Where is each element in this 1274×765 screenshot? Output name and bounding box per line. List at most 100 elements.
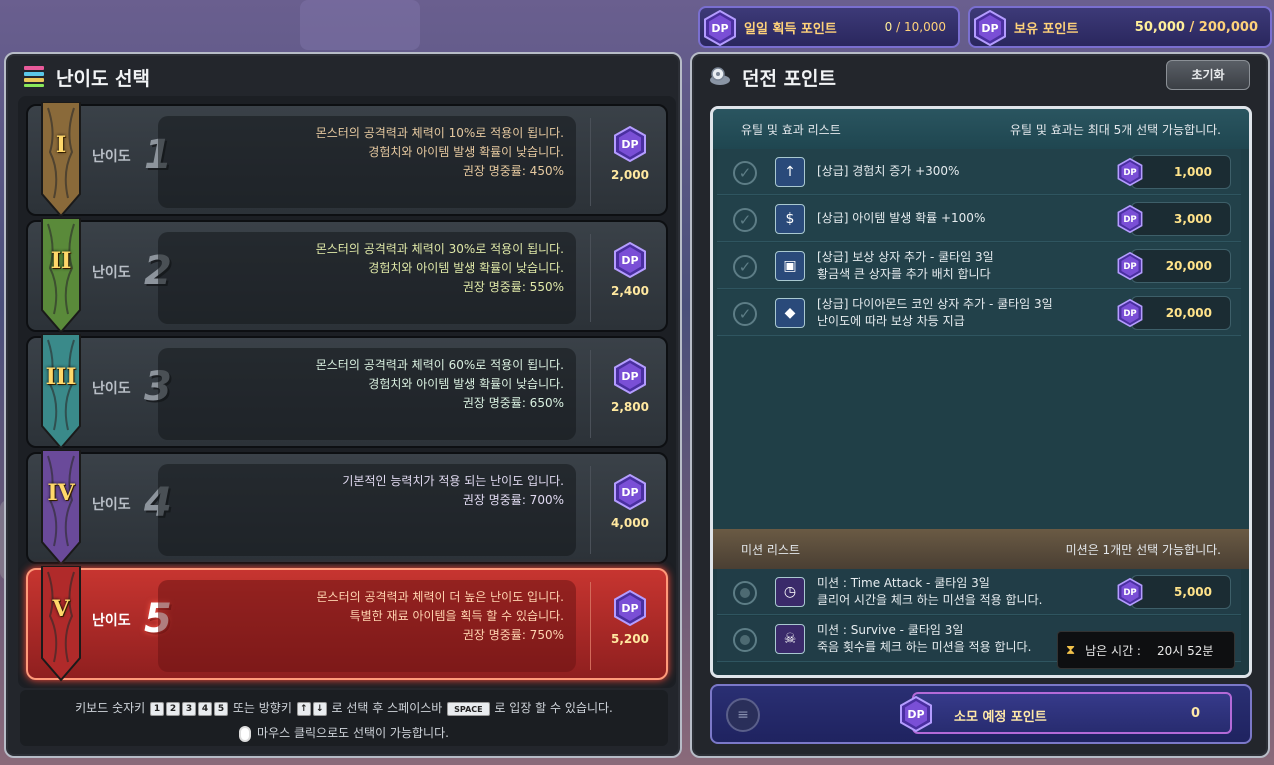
- dungeon-points-panel: 던전 포인트 초기화 유틸 및 효과 리스트 유틸 및 효과는 최대 5개 선택…: [690, 52, 1270, 758]
- radio-button[interactable]: [733, 628, 757, 652]
- checkbox[interactable]: ✓: [733, 161, 757, 185]
- item-line: 황금색 큰 상자를 추가 배치 합니다: [817, 267, 991, 281]
- price-value: 5,000: [1174, 585, 1212, 599]
- difficulty-description: 몬스터의 공격력과 체력이 더 높은 난이도 입니다. 특별한 재료 아이템을 획…: [158, 580, 576, 672]
- mission-header-note: 미션은 1개만 선택 가능합니다.: [1065, 542, 1221, 557]
- util-row[interactable]: ✓ $ [상급] 아이템 발생 확률 +100% DP 3,000: [717, 196, 1241, 242]
- time-attack-icon: ◷: [775, 577, 805, 607]
- difficulty-banner-icon: V: [36, 565, 86, 682]
- dp-coin-icon: DP: [612, 358, 648, 394]
- menu-list-icon: [22, 64, 46, 88]
- checkbox[interactable]: ✓: [733, 302, 757, 326]
- dp-coin-icon: DP: [612, 242, 648, 278]
- description-line: 경험치와 아이템 발생 확률이 낮습니다.: [368, 377, 564, 391]
- mission-row[interactable]: ◷ 미션 : Time Attack - 쿨타임 3일 클리어 시간을 체크 하는 …: [717, 569, 1241, 615]
- dp-coin-icon: DP: [702, 10, 738, 46]
- mission-header-title: 미션 리스트: [741, 542, 801, 557]
- difficulty-row-1[interactable]: I난이도1몬스터의 공격력과 체력이 10%로 적용이 됩니다.경험치와 아이템…: [26, 101, 668, 218]
- reward-chest-icon: ▣: [775, 251, 805, 281]
- price-pill: DP 20,000: [1117, 249, 1231, 283]
- radio-button[interactable]: [733, 581, 757, 605]
- util-list: ✓ ↑ [상급] 경험치 증가 +300% DP 1,000 ✓ $ [상급] 아이템 발생 …: [713, 149, 1249, 529]
- item-description: [상급] 아이템 발생 확률 +100%: [817, 210, 1117, 227]
- exp-icon: ↑: [775, 157, 805, 187]
- svg-text:DP: DP: [621, 602, 638, 615]
- util-header-note: 유틸 및 효과는 최대 5개 선택 가능합니다.: [1010, 122, 1221, 137]
- mouse-icon: [239, 725, 252, 742]
- divider: [590, 582, 591, 670]
- spend-points-box: DP 소모 예정 포인트 0: [900, 692, 1232, 734]
- price-value: 3,000: [1174, 212, 1212, 226]
- spend-points-bar: ≡ DP 소모 예정 포인트 0: [710, 684, 1252, 744]
- difficulty-label: 난이도: [92, 497, 131, 513]
- util-row[interactable]: ✓ ▣ [상급] 보상 상자 추가 - 쿨타임 3일황금색 큰 상자를 추가 배치 …: [717, 243, 1241, 289]
- item-line: [상급] 보상 상자 추가 - 쿨타임 3일: [817, 250, 994, 264]
- svg-text:DP: DP: [711, 22, 728, 35]
- dp-coin-icon: DP: [1116, 252, 1144, 280]
- description-line: 몬스터의 공격력과 체력이 30%로 적용이 됩니다.: [315, 242, 564, 256]
- remaining-time-label: 남은 시간 :: [1085, 643, 1141, 658]
- item-description: [상급] 경험치 증가 +300%: [817, 163, 1117, 180]
- description-line: 특별한 재료 아이템을 획득 할 수 있습니다.: [349, 609, 564, 623]
- item-line: 난이도에 따라 보상 차등 지급: [817, 314, 965, 328]
- description-line: 몬스터의 공격력과 체력이 더 높은 난이도 입니다.: [316, 590, 564, 604]
- price-pill: DP 3,000: [1117, 202, 1231, 236]
- difficulty-row-5[interactable]: V난이도5몬스터의 공격력과 체력이 더 높은 난이도 입니다.특별한 재료 아…: [26, 565, 668, 682]
- owned-points-bar: DP 보유 포인트 50,000 / 200,000: [968, 6, 1272, 48]
- dp-coin-icon: DP: [1116, 578, 1144, 606]
- daily-points-bar: DP 일일 획득 포인트 0 / 10,000: [698, 6, 960, 48]
- cost-value: 5,200: [611, 632, 649, 646]
- description-line: 경험치와 아이템 발생 확률이 낮습니다.: [368, 261, 564, 275]
- difficulty-banner-icon: III: [36, 333, 86, 450]
- util-row[interactable]: ✓ ↑ [상급] 경험치 증가 +300% DP 1,000: [717, 149, 1241, 195]
- arrow-down-key-icon: ↓: [312, 701, 327, 716]
- svg-text:DP: DP: [1123, 262, 1136, 272]
- item-description: [상급] 보상 상자 추가 - 쿨타임 3일황금색 큰 상자를 추가 배치 합니…: [817, 249, 1117, 283]
- difficulty-row-3[interactable]: III난이도3몬스터의 공격력과 체력이 60%로 적용이 됩니다.경험치와 아…: [26, 333, 668, 450]
- checkbox[interactable]: ✓: [733, 255, 757, 279]
- checkbox[interactable]: ✓: [733, 208, 757, 232]
- divider: [590, 350, 591, 438]
- difficulty-row-2[interactable]: II난이도2몬스터의 공격력과 체력이 30%로 적용이 됩니다.경험치와 아이…: [26, 217, 668, 334]
- reset-button[interactable]: 초기화: [1166, 60, 1250, 90]
- cost-value: 2,000: [611, 168, 649, 182]
- difficulty-roman: IV: [47, 480, 75, 506]
- svg-text:DP: DP: [1123, 309, 1136, 319]
- difficulty-roman: III: [45, 364, 77, 390]
- svg-text:DP: DP: [1123, 215, 1136, 225]
- selection-frame: 유틸 및 효과 리스트 유틸 및 효과는 최대 5개 선택 가능합니다. ✓ ↑ […: [710, 106, 1252, 678]
- item-description: [상급] 다이아몬드 코인 상자 추가 - 쿨타임 3일 난이도에 따라 보상 차…: [817, 296, 1117, 330]
- arrow-up-key-icon: ↑: [296, 701, 311, 716]
- difficulty-cost: DP 2,400: [600, 242, 660, 298]
- description-line: 권장 명중률: 700%: [462, 493, 564, 507]
- hourglass-icon: ⧗: [1066, 642, 1076, 658]
- daily-points-value: 0 / 10,000: [884, 20, 946, 34]
- svg-text:DP: DP: [1123, 168, 1136, 178]
- util-row[interactable]: ✓ ◆ [상급] 다이아몬드 코인 상자 추가 - 쿨타임 3일 난이도에 따라 보상…: [717, 290, 1241, 336]
- difficulty-cost: DP 5,200: [600, 590, 660, 646]
- description-line: 기본적인 능력치가 적용 되는 난이도 입니다.: [342, 474, 564, 488]
- difficulty-label: 난이도: [92, 613, 131, 629]
- price-value: 20,000: [1165, 306, 1212, 320]
- difficulty-cost: DP 2,800: [600, 358, 660, 414]
- dp-coin-icon: DP: [972, 10, 1008, 46]
- price-value: 1,000: [1174, 165, 1212, 179]
- description-line: 권장 명중률: 650%: [462, 396, 564, 410]
- difficulty-label: 난이도: [92, 149, 131, 165]
- dp-coin-icon: DP: [898, 696, 934, 732]
- remaining-time-value: 20시 52분: [1156, 643, 1214, 658]
- item-line: 미션 : Time Attack - 쿨타임 3일: [817, 576, 990, 590]
- item-description: 미션 : Time Attack - 쿨타임 3일 클리어 시간을 체크 하는 미…: [817, 575, 1117, 609]
- difficulty-banner-icon: II: [36, 217, 86, 334]
- difficulty-row-4[interactable]: IV난이도4기본적인 능력치가 적용 되는 난이도 입니다.권장 명중률: 70…: [26, 449, 668, 566]
- difficulty-description: 기본적인 능력치가 적용 되는 난이도 입니다. 권장 명중률: 700%: [158, 464, 576, 556]
- spend-value: 0: [1190, 706, 1200, 721]
- item-line: [상급] 아이템 발생 확률 +100%: [817, 211, 986, 225]
- util-header-title: 유틸 및 효과 리스트: [741, 122, 841, 137]
- divider: [590, 234, 591, 322]
- dp-coin-icon: DP: [1116, 158, 1144, 186]
- mission-list-header: 미션 리스트 미션은 1개만 선택 가능합니다.: [713, 529, 1249, 569]
- difficulty-list: I난이도1몬스터의 공격력과 체력이 10%로 적용이 됩니다.경험치와 아이템…: [18, 96, 676, 688]
- description-line: 권장 명중률: 750%: [462, 628, 564, 642]
- difficulty-label: 난이도: [92, 265, 131, 281]
